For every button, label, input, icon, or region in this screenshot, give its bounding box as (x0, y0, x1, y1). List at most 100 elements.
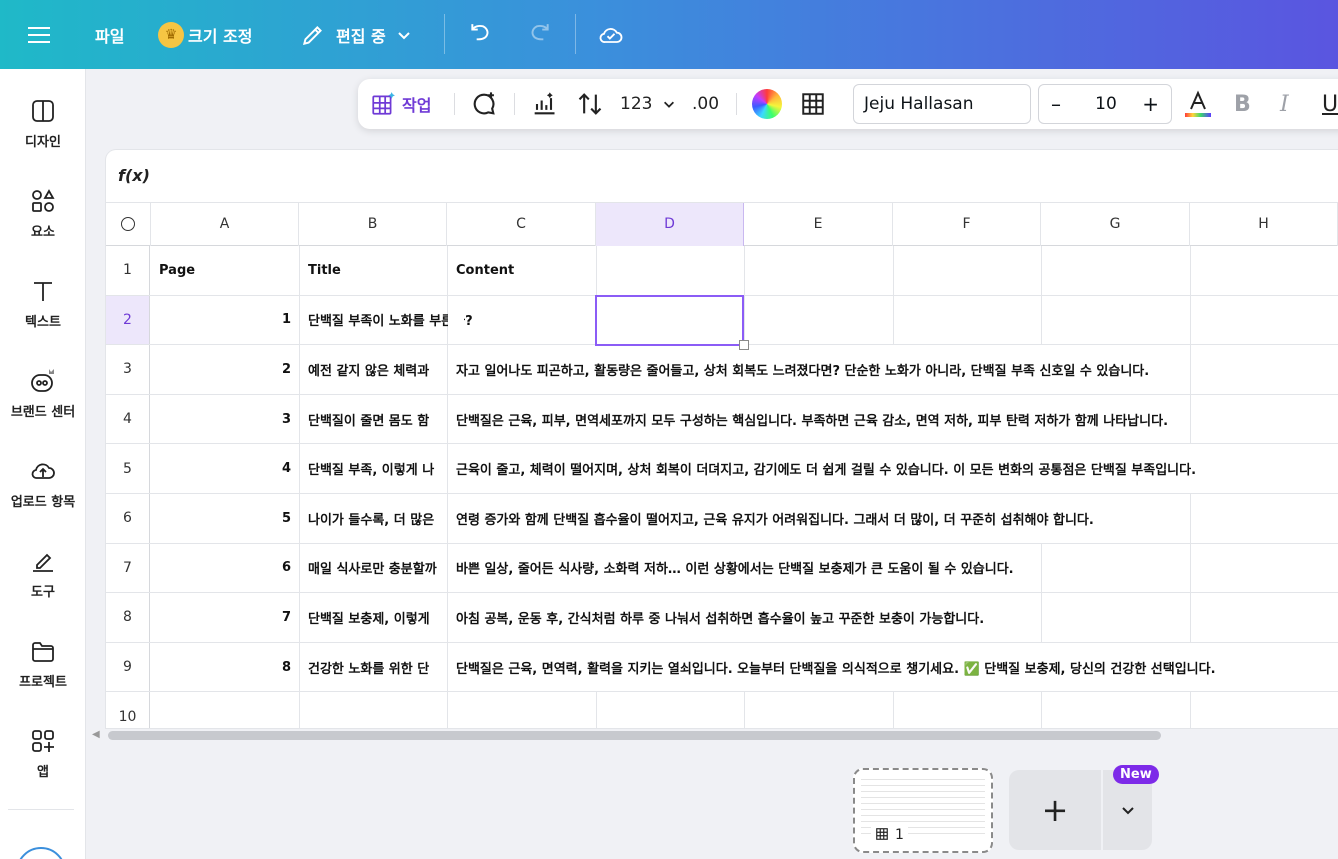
cell-title[interactable]: 매일 식사로만 충분할까 (300, 544, 447, 593)
row-header[interactable]: 7 (106, 543, 150, 593)
decimal-button[interactable]: .00 (692, 79, 719, 129)
sidebar-item-label: 프로젝트 (19, 675, 67, 690)
cell-title[interactable]: 단백질이 줄면 몸도 함 (300, 395, 447, 444)
italic-label: I (1280, 91, 1289, 117)
decrease-font-button[interactable]: – (1051, 92, 1061, 116)
cell-content[interactable]: 단백질은 근육, 면역력, 활력을 지키는 열쇠입니다. 오늘부터 단백질을 의… (448, 642, 1224, 692)
column-header[interactable]: B (299, 203, 447, 246)
formula-label[interactable]: f(x) (118, 166, 150, 185)
row-header[interactable]: 2 (106, 295, 150, 345)
fill-color-button[interactable] (752, 79, 782, 129)
cell-content[interactable] (448, 692, 464, 728)
page-thumbnail[interactable]: 1 (853, 768, 993, 853)
selected-cell[interactable] (595, 295, 744, 346)
column-header[interactable]: D (596, 203, 744, 246)
font-size-value[interactable]: 10 (1079, 94, 1133, 114)
italic-button[interactable]: I (1280, 79, 1289, 129)
sidebar-item-design[interactable]: 디자인 (0, 97, 86, 150)
cell-page[interactable]: 3 (151, 395, 299, 444)
font-family-select[interactable]: Jeju Hallasan (853, 84, 1031, 124)
cell-title[interactable]: 단백질 부족이 노화를 부른다? (300, 295, 473, 345)
cell-title[interactable]: 단백질 부족, 이렇게 나 (300, 444, 447, 493)
scroll-left-icon[interactable]: ◀ (92, 729, 100, 740)
edit-mode-dropdown[interactable]: 편집 중 (300, 0, 412, 69)
cell-content[interactable]: Content (448, 246, 596, 295)
cell-page[interactable] (151, 692, 299, 728)
menu-icon[interactable] (28, 0, 52, 69)
column-header[interactable]: H (1190, 203, 1338, 246)
row-header[interactable]: 1 (106, 246, 150, 295)
column-header[interactable]: G (1041, 203, 1190, 246)
cell-content[interactable]: 단백질은 근육, 피부, 면역세포까지 모두 구성하는 핵심입니다. 부족하면 … (448, 394, 1177, 444)
cell-content[interactable] (448, 295, 464, 345)
chart-button[interactable] (530, 79, 558, 129)
page-number: 1 (871, 826, 908, 844)
increase-font-button[interactable]: + (1142, 92, 1159, 116)
row-header[interactable]: 3 (106, 345, 150, 394)
cell-page[interactable]: 2 (151, 345, 299, 394)
sidebar-item-upload[interactable]: 업로드 항목 (0, 457, 86, 510)
cell-content[interactable]: 아침 공복, 운동 후, 간식처럼 하루 중 나눠서 섭취하면 흡수율이 높고 … (448, 593, 993, 642)
underline-button[interactable]: U (1322, 79, 1338, 129)
cell-page[interactable]: 4 (151, 444, 299, 493)
cell-title[interactable]: 예전 같지 않은 체력과 (300, 345, 447, 394)
row-header[interactable]: 5 (106, 444, 150, 493)
cell-page[interactable]: 1 (151, 296, 299, 345)
sidebar-item-elements[interactable]: 요소 (0, 187, 86, 240)
sidebar-item-tools[interactable]: 도구 (0, 547, 86, 600)
cell-title[interactable]: Title (300, 246, 447, 295)
cell-content[interactable]: 바쁜 일상, 줄어든 식사량, 소화력 저하… 이런 상황에서는 단백질 보충제… (448, 543, 1022, 593)
grid-line (744, 295, 745, 345)
file-menu[interactable]: 파일 (95, 0, 124, 69)
row-header[interactable]: 8 (106, 593, 150, 642)
sort-button[interactable] (576, 79, 604, 129)
table-row: 3 2 예전 같지 않은 체력과 자고 일어나도 피곤하고, 활동량은 줄어들고, 상… (106, 345, 1338, 395)
add-page-button[interactable]: + (1009, 770, 1101, 850)
column-header[interactable]: E (744, 203, 893, 246)
resize-button[interactable]: ♛ 크기 조정 (158, 0, 252, 69)
sidebar-item-text[interactable]: 텍스트 (0, 277, 86, 330)
text-icon (34, 282, 52, 301)
cell-page[interactable]: 5 (151, 494, 299, 543)
select-all-corner[interactable] (106, 203, 151, 246)
sidebar-item-brand[interactable]: 브랜드 센터 (0, 367, 86, 420)
redo-button[interactable] (526, 0, 552, 69)
cloud-save-button[interactable] (597, 0, 625, 69)
sidebar-item-apps[interactable]: 앱 (0, 727, 86, 780)
undo-button[interactable] (468, 0, 494, 69)
font-size-stepper[interactable]: – 10 + (1038, 84, 1172, 124)
column-header[interactable]: F (893, 203, 1041, 246)
avatar[interactable] (16, 847, 66, 859)
borders-button[interactable] (800, 79, 826, 129)
fill-handle[interactable] (739, 340, 749, 350)
cell-title[interactable]: 나이가 들수록, 더 많은 (300, 494, 447, 543)
work-button[interactable]: 작업 (370, 79, 431, 129)
cell-title[interactable]: 단백질 보충제, 이렇게 (300, 593, 447, 642)
row-header[interactable]: 9 (106, 642, 150, 692)
cell-page[interactable]: 7 (151, 593, 299, 642)
cell-content[interactable]: 연령 증가와 함께 단백질 흡수율이 떨어지고, 근육 유지가 어려워집니다. … (448, 494, 1102, 543)
grid-line (744, 246, 745, 295)
column-header[interactable]: A (151, 203, 299, 246)
sidebar-item-projects[interactable]: 프로젝트 (0, 637, 86, 690)
row-header[interactable]: 10 (106, 692, 150, 728)
cell-title[interactable]: 건강한 노화를 위한 단 (300, 643, 447, 692)
cell-content[interactable]: 자고 일어나도 피곤하고, 활동량은 줄어들고, 상처 회복도 느려졌다면? 단… (448, 345, 1158, 394)
table-grid-icon (876, 828, 888, 840)
comment-button[interactable] (470, 79, 498, 129)
cell-title[interactable] (300, 692, 447, 728)
grid-line (893, 692, 894, 728)
horizontal-scrollbar[interactable] (108, 731, 1161, 740)
bold-button[interactable]: B (1234, 79, 1251, 129)
row-header[interactable]: 6 (106, 494, 150, 543)
cell-page[interactable]: Page (151, 246, 299, 295)
number-format-dropdown[interactable]: 123 (620, 79, 676, 129)
cell-page[interactable]: 6 (151, 544, 299, 593)
sidebar-item-label: 텍스트 (25, 315, 61, 330)
cell-page[interactable]: 8 (151, 643, 299, 692)
column-header[interactable]: C (447, 203, 596, 246)
table-grid-icon (802, 93, 824, 115)
cell-content[interactable]: 근육이 줄고, 체력이 떨어지며, 상처 회복이 더뎌지고, 감기에도 더 쉽게… (448, 444, 1205, 493)
text-color-button[interactable] (1184, 79, 1212, 129)
row-header[interactable]: 4 (106, 394, 150, 444)
